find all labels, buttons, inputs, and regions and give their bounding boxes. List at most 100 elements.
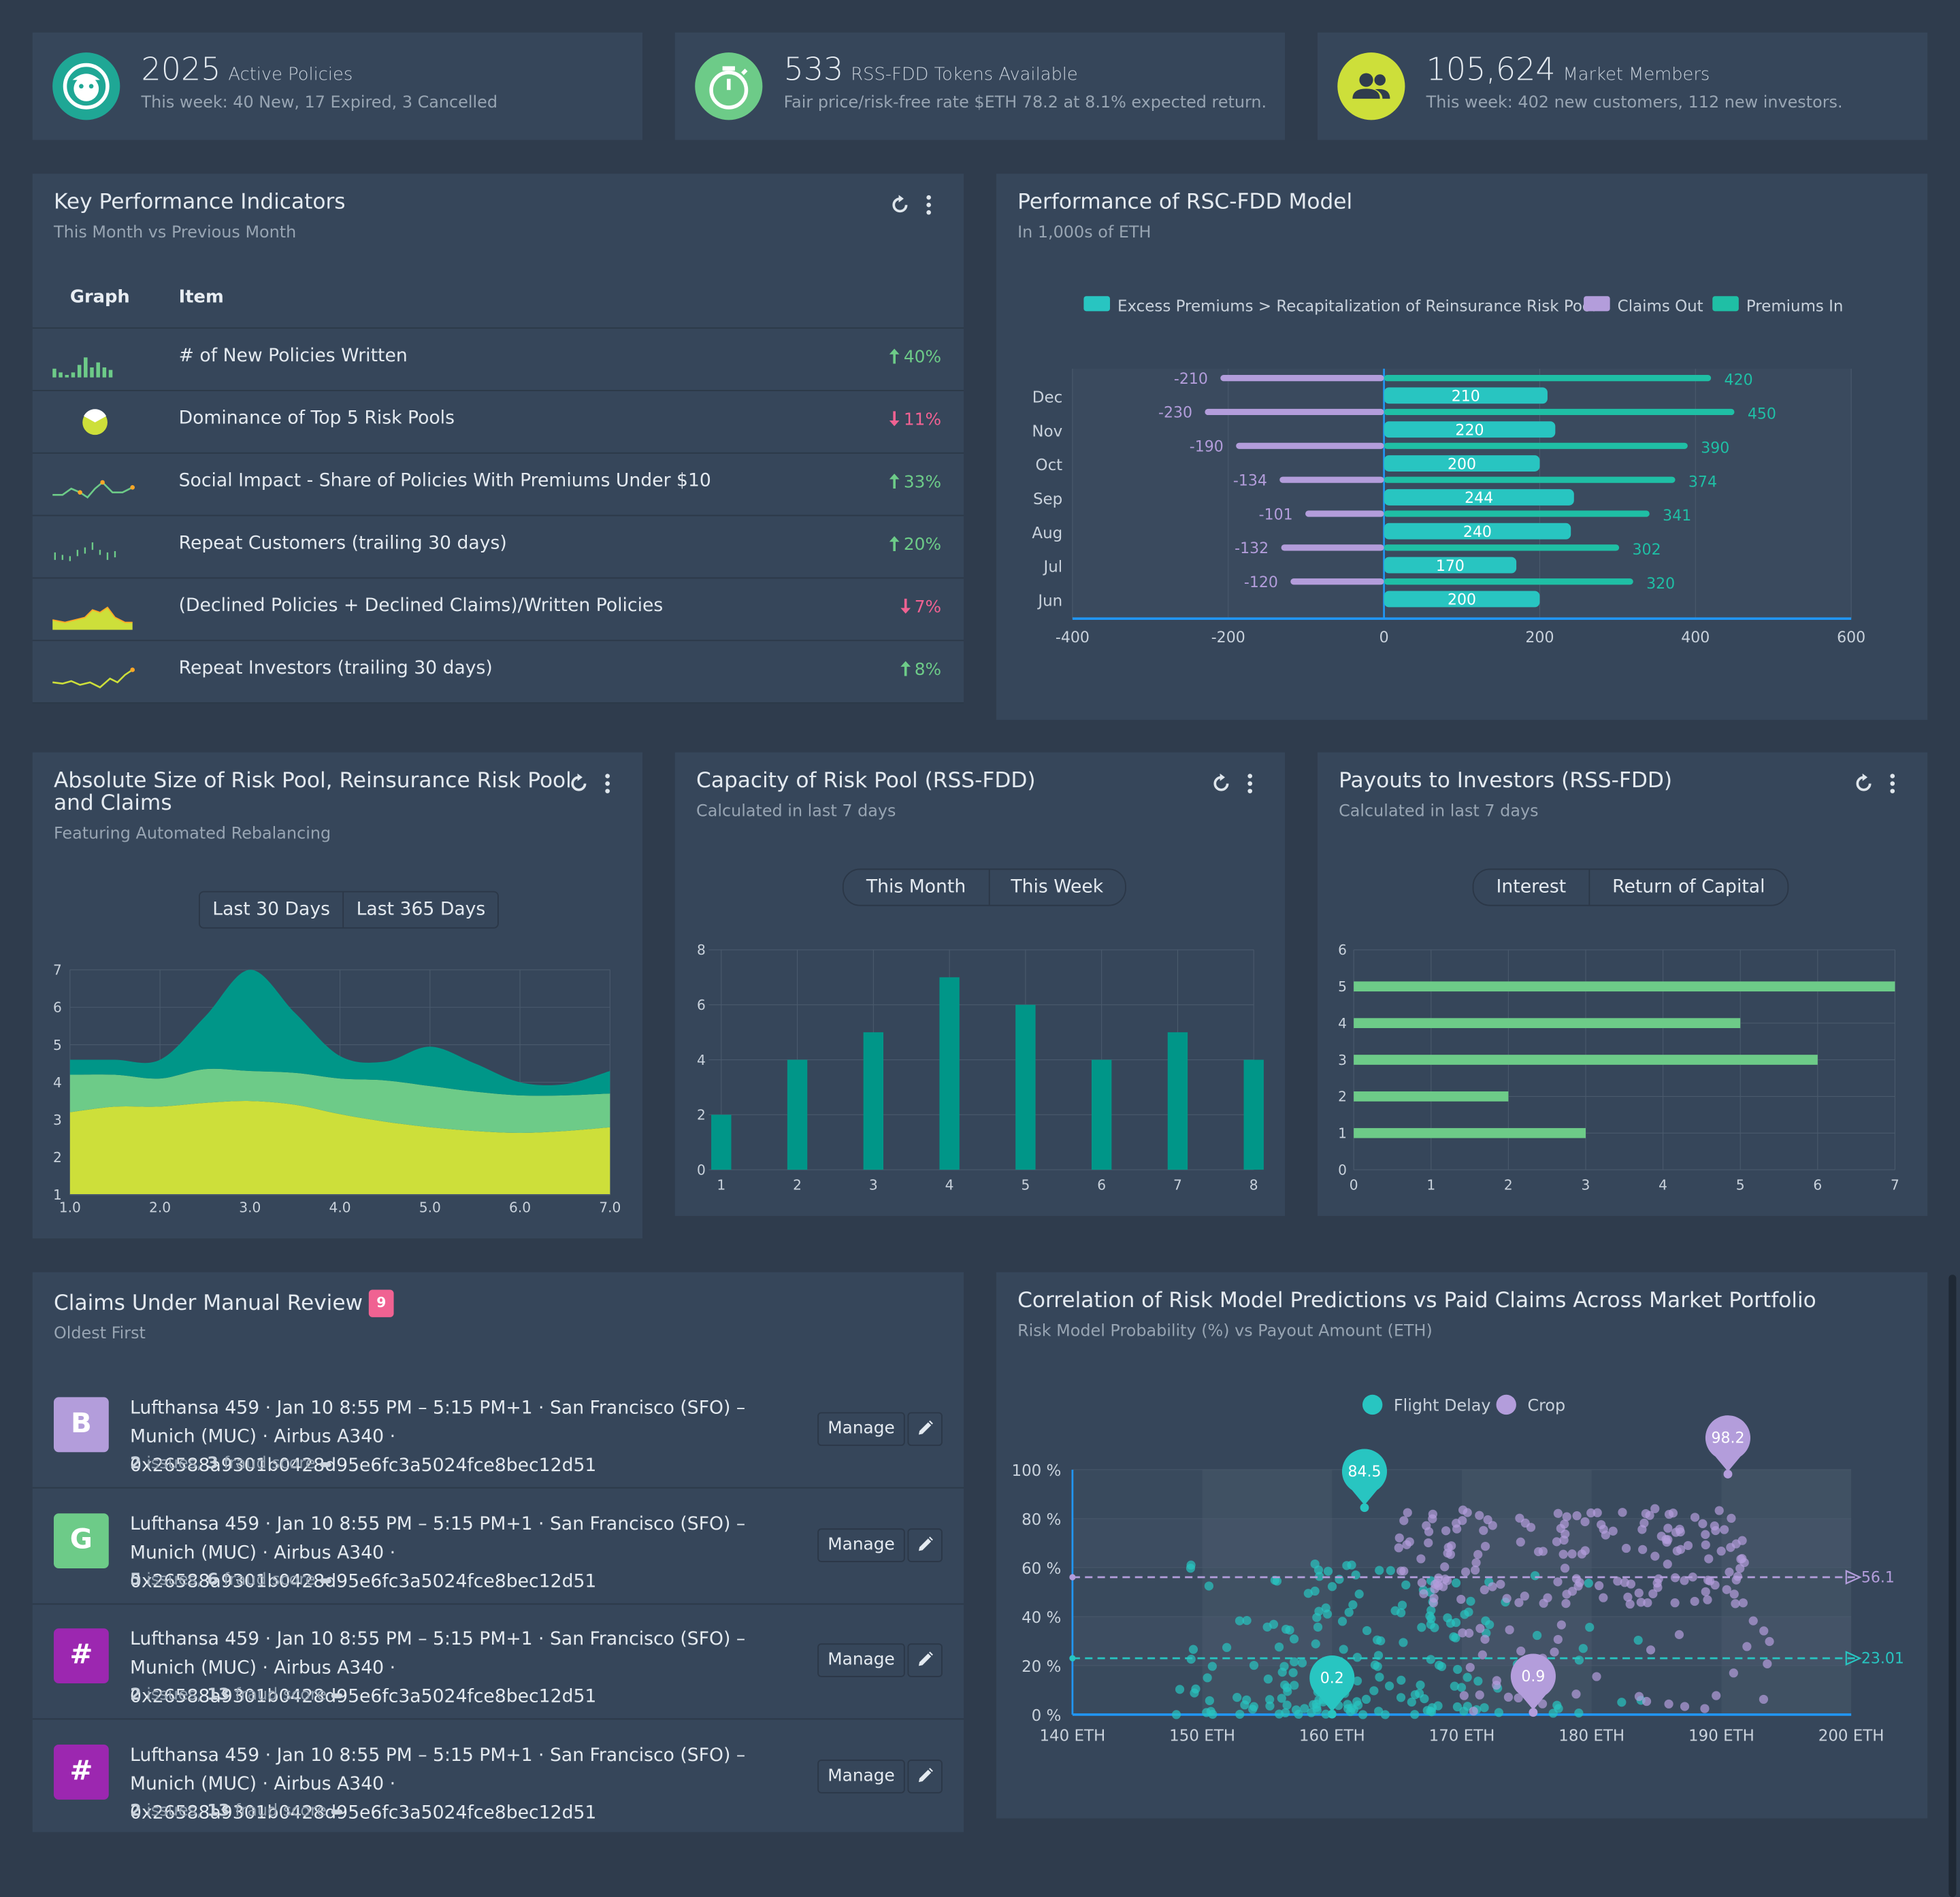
scatter-point-crop — [1641, 1508, 1650, 1519]
pin-label: 0.9 — [1521, 1668, 1545, 1685]
edit-button[interactable] — [907, 1412, 943, 1447]
stat-card-policies: 2025 Active Policies This week: 40 New, 1… — [32, 32, 643, 140]
kpi-trend: 33% — [889, 472, 942, 493]
scatter-point-flight-delay — [1375, 1566, 1384, 1575]
tick-label: 2 — [697, 1107, 706, 1123]
category-label: Oct — [1036, 457, 1063, 474]
scatter-point-flight-delay — [1372, 1635, 1382, 1645]
capacity-chart: 0 2 4 6 8 1 2 3 4 5 6 7 8 — [697, 942, 1264, 1193]
pencil-icon — [918, 1420, 933, 1435]
edit-button[interactable] — [907, 1643, 943, 1677]
plot-area: 12345671.0 2.0 3.0 4.0 5.0 6.0 7.0 — [53, 962, 621, 1216]
scatter-point-crop — [1475, 1511, 1484, 1520]
manage-button[interactable]: Manage — [817, 1412, 905, 1447]
tick-label: 0 — [1338, 1161, 1347, 1178]
scatter-point-flight-delay — [1203, 1673, 1212, 1683]
scatter-point-crop — [1552, 1537, 1562, 1547]
manage-button[interactable]: Manage — [817, 1643, 905, 1677]
scatter-point-flight-delay — [1303, 1589, 1313, 1598]
tick-label: 4 — [53, 1074, 62, 1091]
scatter-point-flight-delay — [1430, 1623, 1439, 1632]
edit-button[interactable] — [907, 1528, 943, 1562]
scatter-point-crop — [1650, 1551, 1660, 1561]
data-label: 170 — [1436, 558, 1465, 575]
scatter-point-crop — [1663, 1523, 1673, 1533]
scatter-point-crop — [1516, 1646, 1526, 1656]
scatter-point-flight-delay — [1207, 1662, 1217, 1671]
kpi-item-label: Dominance of Top 5 Risk Pools — [178, 408, 455, 429]
tick-label: 140 ETH — [1039, 1728, 1105, 1745]
data-label: 374 — [1688, 474, 1717, 491]
scrollbar[interactable] — [1948, 1274, 1957, 1897]
more-icon[interactable] — [924, 194, 934, 216]
trend-up-icon — [889, 472, 904, 492]
line-sparkline — [52, 480, 135, 499]
bar — [863, 1032, 884, 1170]
scatter-point-flight-delay — [1335, 1574, 1344, 1584]
data-label: -101 — [1259, 506, 1293, 523]
manage-button[interactable]: Manage — [817, 1759, 905, 1793]
tick-label: 6 — [53, 1000, 62, 1016]
manage-button[interactable]: Manage — [817, 1528, 905, 1562]
bar-premiums-in — [1384, 544, 1620, 551]
refresh-icon[interactable] — [889, 194, 911, 216]
scatter-point-flight-delay — [1396, 1675, 1406, 1685]
bar — [1354, 1127, 1586, 1138]
scatter-point-crop — [1701, 1587, 1710, 1596]
scatter-point-crop — [1460, 1567, 1471, 1577]
scatter-point-flight-delay — [1584, 1579, 1593, 1588]
category-label: Aug — [1032, 525, 1062, 542]
scatter-point-flight-delay — [1285, 1626, 1294, 1635]
data-label: 420 — [1725, 372, 1753, 389]
scatter-point-crop — [1625, 1599, 1635, 1609]
scatter-point-flight-delay — [1205, 1696, 1214, 1706]
category-label: Nov — [1032, 423, 1062, 440]
scatter-point-flight-delay — [1617, 1698, 1627, 1707]
scatter-point-crop — [1653, 1583, 1663, 1592]
scatter-point-crop — [1403, 1508, 1412, 1517]
scatter-point-flight-delay — [1633, 1635, 1643, 1645]
tick-label: 5.0 — [419, 1200, 441, 1216]
scatter-point-crop — [1473, 1549, 1483, 1560]
issues-label: issues, — [146, 1570, 202, 1589]
scatter-point-flight-delay — [1426, 1655, 1435, 1664]
scatter-point-flight-delay — [1348, 1600, 1358, 1610]
data-label: 390 — [1701, 440, 1729, 457]
stat-value: 533 RSS-FDD Tokens Available — [783, 51, 1078, 88]
scatter-point-crop — [1405, 1537, 1414, 1547]
scatter-point-crop — [1429, 1594, 1439, 1603]
bar — [1354, 981, 1895, 992]
scatter-point-flight-delay — [1242, 1616, 1252, 1626]
scatter-point-flight-delay — [1425, 1611, 1435, 1621]
plot-area: -400 -200 0 200 400 600 Dec -210 420 210 Nov -230 45… — [1032, 368, 1865, 646]
tick-label: 3 — [1582, 1177, 1590, 1193]
tick-label: 4 — [697, 1052, 706, 1068]
scatter-point-crop — [1621, 1543, 1631, 1553]
kpi-trend-value: 33% — [903, 472, 942, 493]
capacity-card: Capacity of Risk Pool (RSS-FDD) Calculat… — [674, 752, 1286, 1217]
bar — [1091, 1059, 1112, 1170]
scatter-point-flight-delay — [1451, 1578, 1461, 1588]
scatter-point-crop — [1701, 1530, 1710, 1539]
line-sparkline — [52, 667, 135, 689]
scatter-point-flight-delay — [1327, 1582, 1337, 1591]
scatter-point-flight-delay — [1288, 1668, 1298, 1677]
card-tools — [889, 194, 941, 219]
scatter-point-crop — [1416, 1554, 1426, 1564]
kpi-trend: 20% — [889, 535, 941, 555]
scatter-point-flight-delay — [1291, 1705, 1301, 1715]
kpi-item-label: # of New Policies Written — [178, 346, 408, 367]
scatter-point-crop — [1417, 1578, 1426, 1587]
tick-label: 170 ETH — [1429, 1728, 1495, 1745]
scatter-point-crop — [1704, 1554, 1714, 1564]
edit-button[interactable] — [907, 1759, 943, 1793]
scatter-point-crop — [1488, 1582, 1497, 1591]
scatter-point-crop — [1674, 1630, 1684, 1639]
fraud-score: 6 — [207, 1570, 218, 1589]
scatter-point-flight-delay — [1358, 1710, 1368, 1719]
data-label: 320 — [1646, 576, 1675, 593]
scatter-point-crop — [1561, 1598, 1571, 1609]
scatter-point-crop — [1763, 1659, 1772, 1668]
scatter-point-crop — [1553, 1508, 1563, 1518]
scatter-point-crop — [1553, 1634, 1563, 1645]
